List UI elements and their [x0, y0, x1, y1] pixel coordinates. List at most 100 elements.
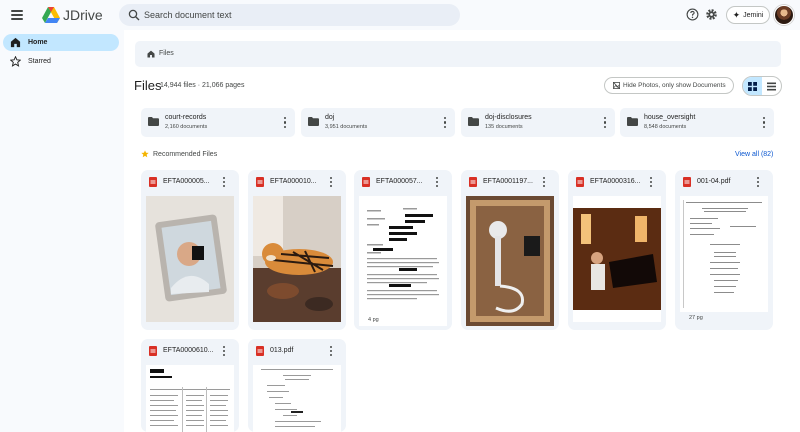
- pdf-icon: [469, 177, 477, 187]
- pdf-icon: [256, 177, 264, 187]
- list-view-icon: [767, 82, 776, 90]
- document-text-thumbnail: [253, 365, 341, 432]
- more-options-icon[interactable]: [284, 117, 287, 128]
- folder-name: doj: [325, 114, 335, 121]
- hide-photos-button[interactable]: Hide Photos, only show Documents: [604, 77, 734, 94]
- file-card[interactable]: EFTA0000610...: [141, 339, 239, 432]
- breadcrumb: Files: [135, 41, 781, 67]
- sidebar-item-home[interactable]: Home: [3, 34, 119, 51]
- sidebar-item-label: Home: [28, 39, 48, 46]
- list-view-button[interactable]: [762, 77, 781, 95]
- more-options-icon[interactable]: [436, 177, 439, 187]
- pdf-icon: [256, 346, 264, 356]
- more-options-icon[interactable]: [330, 346, 333, 356]
- file-name: EFTA0001197...: [483, 178, 533, 185]
- file-card[interactable]: 013.pdf: [248, 339, 346, 432]
- image-off-icon: [613, 82, 620, 89]
- folder-card[interactable]: doj-disclosures 135 documents: [461, 108, 615, 137]
- sidebar-item-starred[interactable]: Starred: [3, 53, 119, 70]
- jemini-label: Jemini: [743, 11, 764, 19]
- folder-card[interactable]: doj 3,951 documents: [301, 108, 455, 137]
- file-card[interactable]: 001-04.pdf 27 pg: [675, 170, 773, 330]
- file-count-summary: 14,944 files · 21,066 pages: [160, 82, 245, 89]
- photo-piano-thumbnail: [573, 196, 661, 322]
- folder-count: 3,951 documents: [325, 124, 368, 130]
- file-card[interactable]: EFTA0000316...: [568, 170, 666, 330]
- folder-count: 8,548 documents: [644, 124, 687, 130]
- app-name[interactable]: JDrive: [63, 7, 103, 23]
- page-count: 4 pg: [368, 317, 379, 323]
- file-name: EFTA000010...: [270, 178, 317, 185]
- folder-count: 135 documents: [485, 124, 523, 130]
- search-bar[interactable]: [119, 4, 460, 26]
- more-options-icon[interactable]: [543, 177, 546, 187]
- section-title: Recommended Files: [153, 151, 218, 158]
- user-avatar[interactable]: [774, 5, 794, 25]
- more-options-icon[interactable]: [604, 117, 607, 128]
- main-menu-icon[interactable]: [9, 7, 25, 23]
- file-name: EFTA0000610...: [163, 347, 214, 354]
- document-table-thumbnail: [146, 365, 234, 432]
- folder-card[interactable]: house_oversight 8,548 documents: [620, 108, 774, 137]
- more-options-icon[interactable]: [650, 177, 653, 187]
- home-icon: [10, 37, 21, 48]
- more-options-icon[interactable]: [223, 177, 226, 187]
- pdf-icon: [683, 177, 691, 187]
- more-options-icon[interactable]: [757, 177, 760, 187]
- photo-box-thumbnail: [466, 196, 554, 326]
- sidebar-item-label: Starred: [28, 58, 51, 65]
- file-thumbnail[interactable]: [253, 196, 341, 322]
- file-thumbnail[interactable]: [146, 365, 234, 432]
- document-redacted-thumbnail: [359, 196, 447, 326]
- top-app-bar: JDrive ✦ Jemini: [0, 0, 800, 30]
- sparkle-icon: ✦: [732, 9, 741, 20]
- breadcrumb-files[interactable]: Files: [159, 50, 174, 57]
- file-card[interactable]: EFTA000005...: [141, 170, 239, 330]
- pdf-icon: [362, 177, 370, 187]
- main-content: Files Files 14,944 files · 21,066 pages …: [124, 30, 800, 432]
- pdf-icon: [149, 346, 157, 356]
- file-card[interactable]: EFTA000057... 4 pg: [354, 170, 452, 330]
- help-icon[interactable]: [686, 8, 699, 21]
- folder-card[interactable]: court-records 2,160 documents: [141, 108, 295, 137]
- file-thumbnail[interactable]: [253, 365, 341, 432]
- folder-name: doj-disclosures: [485, 114, 532, 121]
- file-thumbnail[interactable]: [680, 196, 768, 312]
- star-icon: [141, 150, 149, 158]
- grid-view-button[interactable]: [743, 77, 762, 95]
- file-thumbnail[interactable]: [466, 196, 554, 326]
- file-card[interactable]: EFTA000010...: [248, 170, 346, 330]
- jdrive-logo-icon[interactable]: [41, 5, 61, 25]
- file-thumbnail[interactable]: [146, 196, 234, 322]
- more-options-icon[interactable]: [330, 177, 333, 187]
- file-name: 001-04.pdf: [697, 178, 731, 185]
- folder-count: 2,160 documents: [165, 124, 208, 130]
- file-name: EFTA000057...: [376, 178, 423, 185]
- more-options-icon[interactable]: [763, 117, 766, 128]
- pdf-icon: [149, 177, 157, 187]
- home-icon[interactable]: [147, 50, 155, 58]
- jemini-button[interactable]: ✦ Jemini: [726, 6, 770, 24]
- more-options-icon[interactable]: [223, 346, 226, 356]
- file-card[interactable]: EFTA0001197...: [461, 170, 559, 330]
- page-count: 27 pg: [689, 315, 703, 321]
- search-icon[interactable]: [128, 9, 140, 21]
- folder-icon: [627, 117, 638, 126]
- star-icon: [10, 56, 21, 67]
- photo-frame-thumbnail: [146, 196, 234, 322]
- photo-tiger-thumbnail: [253, 196, 341, 322]
- pdf-icon: [576, 177, 584, 187]
- search-input[interactable]: [144, 4, 454, 26]
- view-toggle: [742, 76, 782, 96]
- folder-icon: [468, 117, 479, 126]
- file-name: EFTA000005...: [163, 178, 210, 185]
- folder-icon: [308, 117, 319, 126]
- folder-name: court-records: [165, 114, 207, 121]
- settings-gear-icon[interactable]: [705, 8, 718, 21]
- file-thumbnail[interactable]: [573, 196, 661, 322]
- file-thumbnail[interactable]: [359, 196, 447, 326]
- sidebar: Home Starred: [0, 30, 124, 432]
- document-court-thumbnail: [680, 196, 768, 312]
- more-options-icon[interactable]: [444, 117, 447, 128]
- view-all-link[interactable]: View all (82): [735, 151, 773, 158]
